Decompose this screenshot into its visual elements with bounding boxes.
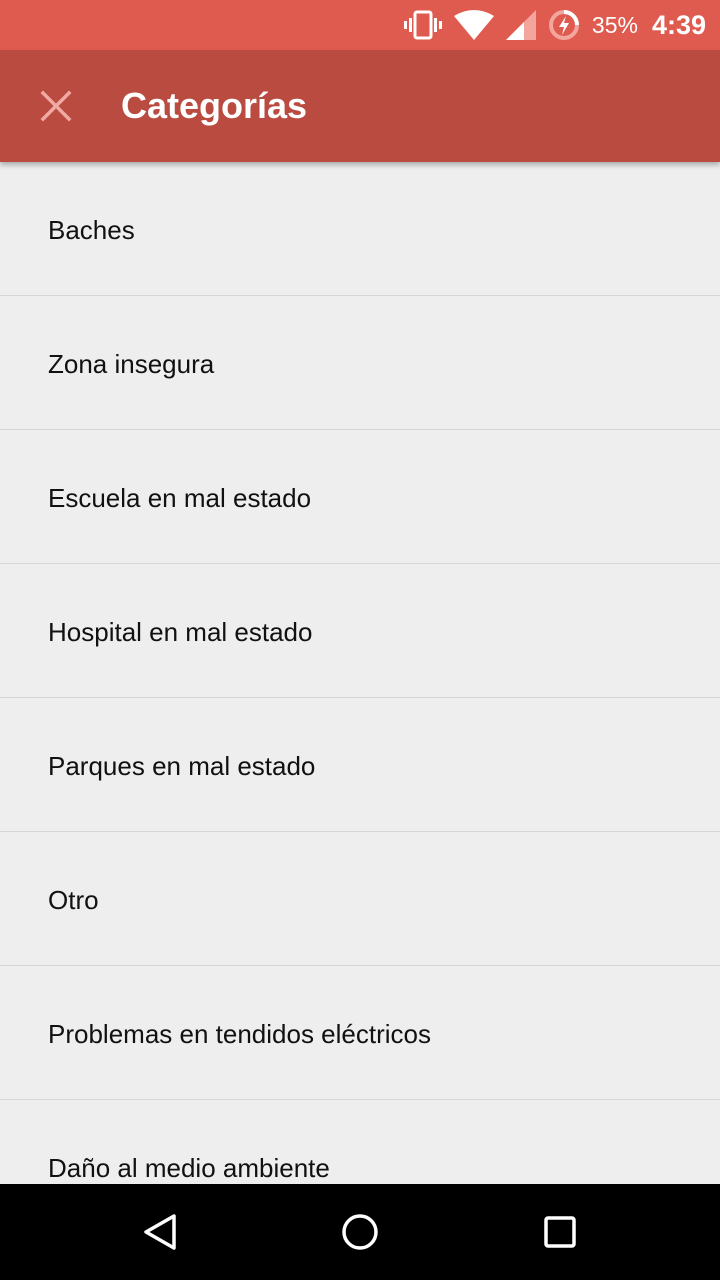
close-icon [40,90,72,122]
recents-button[interactable] [520,1192,600,1272]
wifi-icon [453,10,494,40]
category-item-parques[interactable]: Parques en mal estado [0,698,720,832]
status-bar: 35% 4:39 [0,0,720,50]
category-item-hospital[interactable]: Hospital en mal estado [0,564,720,698]
category-list: Baches Zona insegura Escuela en mal esta… [0,162,720,1184]
recents-icon [544,1216,576,1248]
close-button[interactable] [24,74,88,138]
back-icon [144,1214,176,1250]
screen: 35% 4:39 Categorías Baches Zona insegura… [0,0,720,1280]
category-item-medio-ambiente[interactable]: Daño al medio ambiente [0,1100,720,1184]
page-title: Categorías [121,85,308,126]
category-label: Baches [48,215,135,245]
home-icon [342,1214,378,1250]
vibrate-icon [403,10,442,40]
category-item-zona-insegura[interactable]: Zona insegura [0,296,720,430]
app-bar: Categorías [0,50,720,162]
home-button[interactable] [320,1192,400,1272]
category-label: Problemas en tendidos eléctricos [48,1019,431,1049]
battery-percent: 35% [591,11,638,38]
cell-signal-icon [505,10,536,40]
category-item-tendidos-electricos[interactable]: Problemas en tendidos eléctricos [0,966,720,1100]
category-label: Otro [48,885,99,915]
category-item-otro[interactable]: Otro [0,832,720,966]
status-icons: 35% 4:39 [403,0,706,50]
category-label: Daño al medio ambiente [48,1153,330,1183]
category-label: Zona insegura [48,349,215,379]
category-label: Escuela en mal estado [48,483,312,513]
battery-charging-icon [548,10,579,40]
navigation-bar [0,1184,720,1280]
category-item-escuela[interactable]: Escuela en mal estado [0,430,720,564]
category-label: Parques en mal estado [48,751,316,781]
status-clock: 4:39 [651,9,706,40]
category-label: Hospital en mal estado [48,617,313,647]
category-item-baches[interactable]: Baches [0,162,720,296]
back-button[interactable] [120,1192,200,1272]
